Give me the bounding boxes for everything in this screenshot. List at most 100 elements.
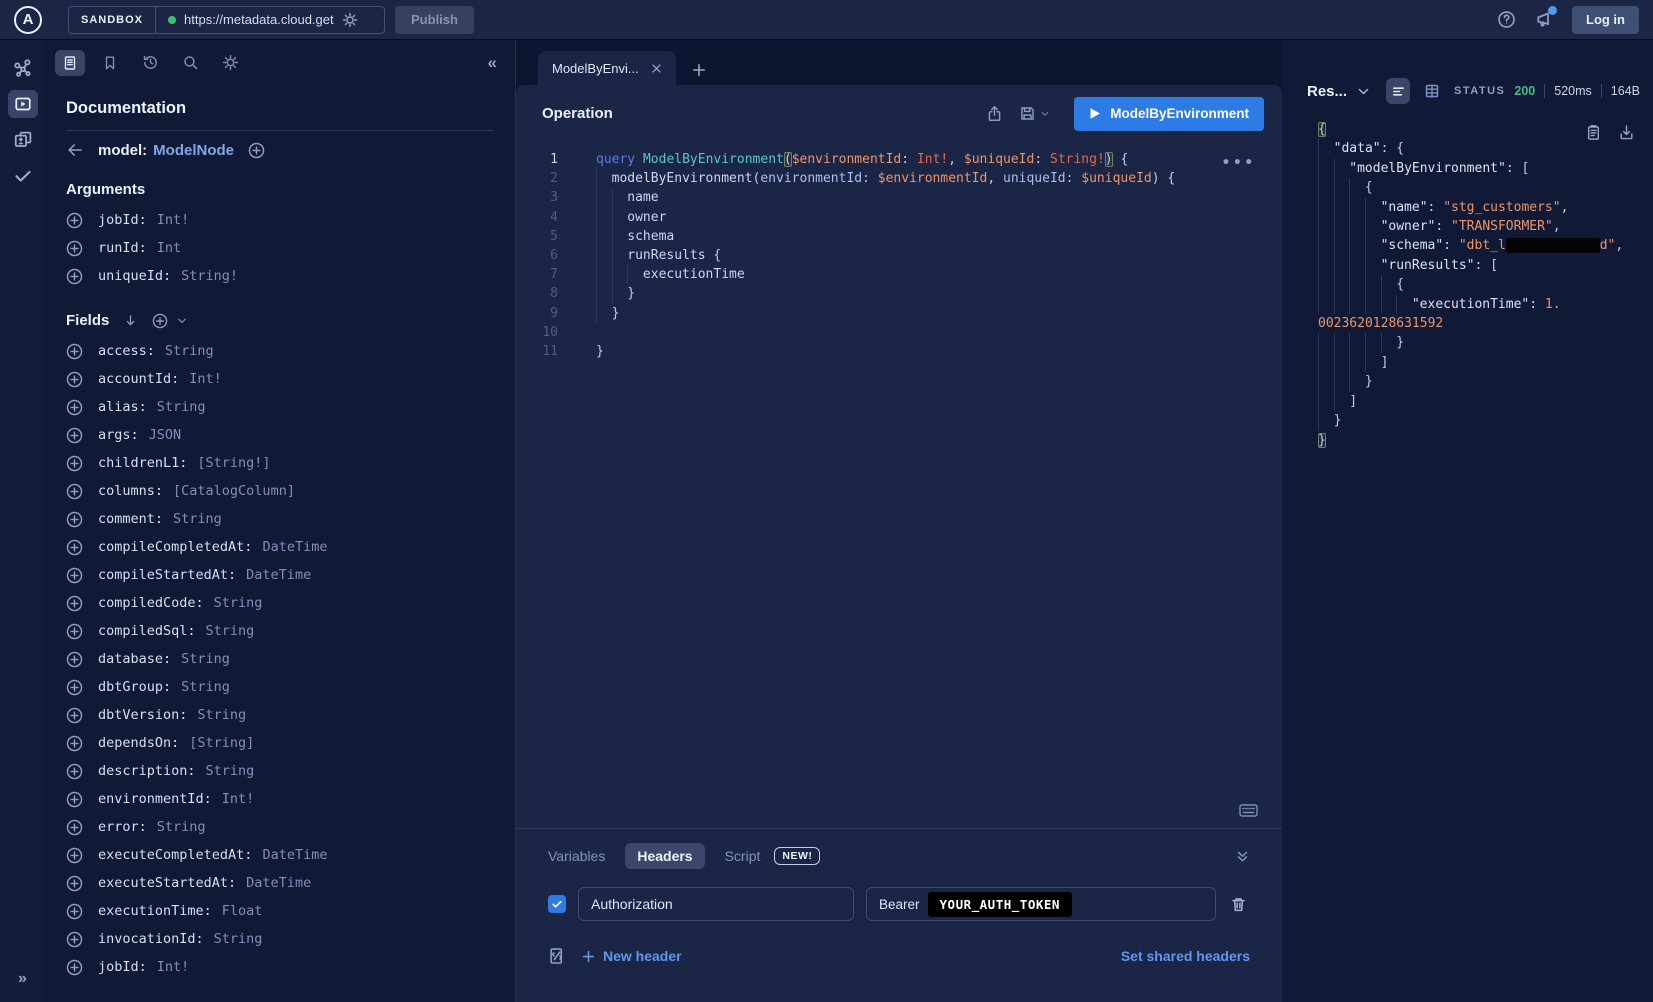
field-type[interactable]: Int! [157,212,190,228]
add-field-icon[interactable] [66,623,83,640]
field-type[interactable]: String! [181,268,238,284]
search-icon[interactable] [175,50,205,76]
documentation-tab-icon[interactable] [55,50,85,76]
copy-response-icon[interactable] [1585,124,1602,141]
save-operation-icon[interactable] [1019,105,1050,122]
add-field-icon[interactable] [66,268,83,285]
keyboard-shortcuts-icon[interactable] [1239,803,1258,818]
run-operation-button[interactable]: ModelByEnvironment [1074,97,1264,131]
back-arrow-icon[interactable] [66,141,84,159]
field-type[interactable]: String [206,623,255,639]
field-type[interactable]: Int! [157,959,190,975]
field-type[interactable]: String [214,595,263,611]
add-field-icon[interactable] [66,763,83,780]
login-button[interactable]: Log in [1572,6,1639,34]
response-title[interactable]: Res... [1307,83,1347,100]
add-field-icon[interactable] [66,875,83,892]
sort-fields-icon[interactable] [123,313,138,328]
editor-kebab-menu-icon[interactable]: ••• [1222,154,1256,173]
checks-icon[interactable] [8,162,38,190]
add-field-icon[interactable] [66,399,83,416]
field-type[interactable]: [CatalogColumn] [173,483,295,499]
field-type[interactable]: String [157,399,206,415]
field-type[interactable]: DateTime [262,539,327,555]
new-header-button[interactable]: New header [582,948,682,964]
field-type[interactable]: String [157,819,206,835]
field-type[interactable]: String [165,343,214,359]
field-type[interactable]: JSON [149,427,182,443]
apollo-logo-icon[interactable]: A [14,6,42,34]
field-type[interactable]: [String!] [197,455,270,471]
collapse-subpanel-icon[interactable] [1235,849,1250,864]
raw-view-toggle-icon[interactable] [1386,78,1410,104]
publish-button[interactable]: Publish [395,6,474,34]
history-icon[interactable] [135,50,165,76]
add-field-icon[interactable] [66,959,83,976]
endpoint-url-input[interactable]: https://metadata.cloud.get [156,7,384,33]
add-field-icon[interactable] [66,735,83,752]
add-field-icon[interactable] [66,903,83,920]
add-field-icon[interactable] [66,455,83,472]
add-field-icon[interactable] [66,343,83,360]
add-all-fields-icon[interactable] [152,313,168,329]
expand-rail-icon[interactable]: » [18,970,27,988]
breadcrumb-type-link[interactable]: ModelNode [153,142,234,159]
help-icon[interactable] [1497,10,1516,29]
add-field-icon[interactable] [66,707,83,724]
explorer-icon[interactable] [8,90,38,118]
field-type[interactable]: String [197,707,246,723]
environment-variables-icon[interactable] [548,947,566,965]
add-field-icon[interactable] [66,651,83,668]
add-field-icon[interactable] [66,240,83,257]
endpoint-settings-gear-icon[interactable] [342,12,358,28]
add-field-icon[interactable] [66,595,83,612]
header-key-input[interactable]: Authorization [578,887,854,921]
add-field-icon[interactable] [66,483,83,500]
add-field-icon[interactable] [66,819,83,836]
add-field-icon[interactable] [66,679,83,696]
share-operation-icon[interactable] [986,105,1003,122]
field-type[interactable]: DateTime [246,875,311,891]
add-field-icon[interactable] [66,847,83,864]
field-type[interactable]: String [181,651,230,667]
add-field-icon[interactable] [66,931,83,948]
field-type[interactable]: DateTime [246,567,311,583]
field-type[interactable]: Int! [222,791,255,807]
field-type[interactable]: DateTime [262,847,327,863]
settings-gear-icon[interactable] [215,50,245,76]
header-enabled-checkbox[interactable] [548,895,566,913]
response-dropdown-chevron-icon[interactable] [1357,85,1370,98]
add-field-icon[interactable] [66,427,83,444]
field-type[interactable]: Int! [189,371,222,387]
new-tab-icon[interactable] [692,63,706,77]
header-value-input[interactable]: Bearer YOUR_AUTH_TOKEN [866,887,1216,921]
tab-headers[interactable]: Headers [625,843,704,869]
close-tab-icon[interactable] [651,63,662,74]
field-type[interactable]: Float [222,903,263,919]
table-view-toggle-icon[interactable] [1420,78,1444,104]
set-shared-headers-button[interactable]: Set shared headers [1121,948,1250,964]
add-field-icon[interactable] [66,791,83,808]
field-type[interactable]: String [173,511,222,527]
add-field-icon[interactable] [66,511,83,528]
collapse-docs-icon[interactable]: « [488,53,497,73]
tab-variables[interactable]: Variables [548,848,605,864]
announcements-megaphone-icon[interactable] [1534,10,1554,30]
bookmarks-icon[interactable] [95,50,125,76]
field-type[interactable]: String [206,763,255,779]
fields-options-chevron-icon[interactable] [176,315,188,327]
collections-icon[interactable] [8,126,38,154]
field-type[interactable]: [String] [189,735,254,751]
add-field-icon[interactable] [66,567,83,584]
field-type[interactable]: String [181,679,230,695]
add-field-icon[interactable] [66,212,83,229]
tab-script[interactable]: Script [725,848,761,864]
add-to-query-icon[interactable] [248,142,265,159]
download-response-icon[interactable] [1618,124,1635,141]
graphql-editor[interactable]: 1query ModelByEnvironment($environmentId… [516,142,1282,828]
operation-tab[interactable]: ModelByEnvi... [538,51,676,85]
field-type[interactable]: Int [157,240,181,256]
add-field-icon[interactable] [66,371,83,388]
add-field-icon[interactable] [66,539,83,556]
delete-header-icon[interactable] [1230,896,1247,913]
